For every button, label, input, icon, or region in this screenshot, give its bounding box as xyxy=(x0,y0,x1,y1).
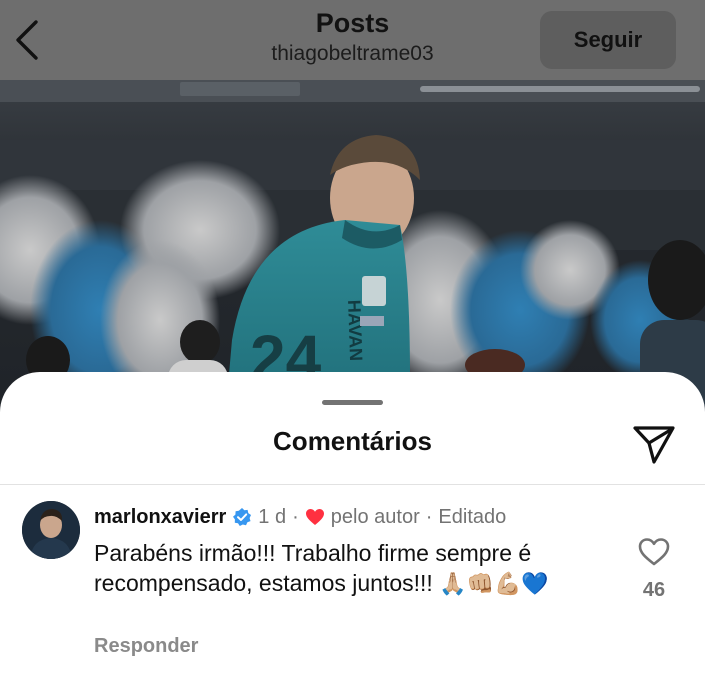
avatar[interactable] xyxy=(22,501,80,559)
divider xyxy=(0,484,705,485)
comment-time: 1 d xyxy=(258,505,287,528)
like-button[interactable] xyxy=(638,537,670,567)
like-count: 46 xyxy=(642,579,666,601)
edited-label: Editado xyxy=(438,505,507,528)
comments-sheet: Comentários marlonxavierr 1 d · pelo aut… xyxy=(0,372,705,675)
jersey-sponsor: HAVAN xyxy=(344,299,366,361)
meta-separator: · xyxy=(425,505,433,528)
liked-by-author-heart-icon xyxy=(305,508,325,526)
post-image[interactable]: 24 HAVAN xyxy=(0,80,705,420)
share-button[interactable] xyxy=(630,422,678,466)
paper-plane-icon xyxy=(633,426,675,464)
follow-button[interactable]: Seguir xyxy=(540,11,676,69)
top-bar: Posts thiagobeltrame03 Seguir xyxy=(0,0,705,80)
comment-emojis: 🙏🏼👊🏼💪🏼💙 xyxy=(439,572,549,597)
stadium-photo: 24 HAVAN xyxy=(0,80,705,420)
meta-separator: · xyxy=(292,505,299,528)
avatar-photo xyxy=(22,501,80,559)
sheet-grabber[interactable] xyxy=(322,400,383,405)
liked-by-author-label: pelo autor xyxy=(330,505,420,528)
comments-title: Comentários xyxy=(273,426,432,456)
comment-meta: marlonxavierr 1 d · pelo autor · Editado xyxy=(94,504,506,530)
comment-text: Parabéns irmão!!! Trabalho firme sempre … xyxy=(94,538,614,600)
heart-outline-icon xyxy=(638,538,670,566)
comment-username[interactable]: marlonxavierr xyxy=(94,506,226,529)
verified-badge-icon xyxy=(232,507,252,527)
reply-button[interactable]: Responder xyxy=(94,635,198,658)
